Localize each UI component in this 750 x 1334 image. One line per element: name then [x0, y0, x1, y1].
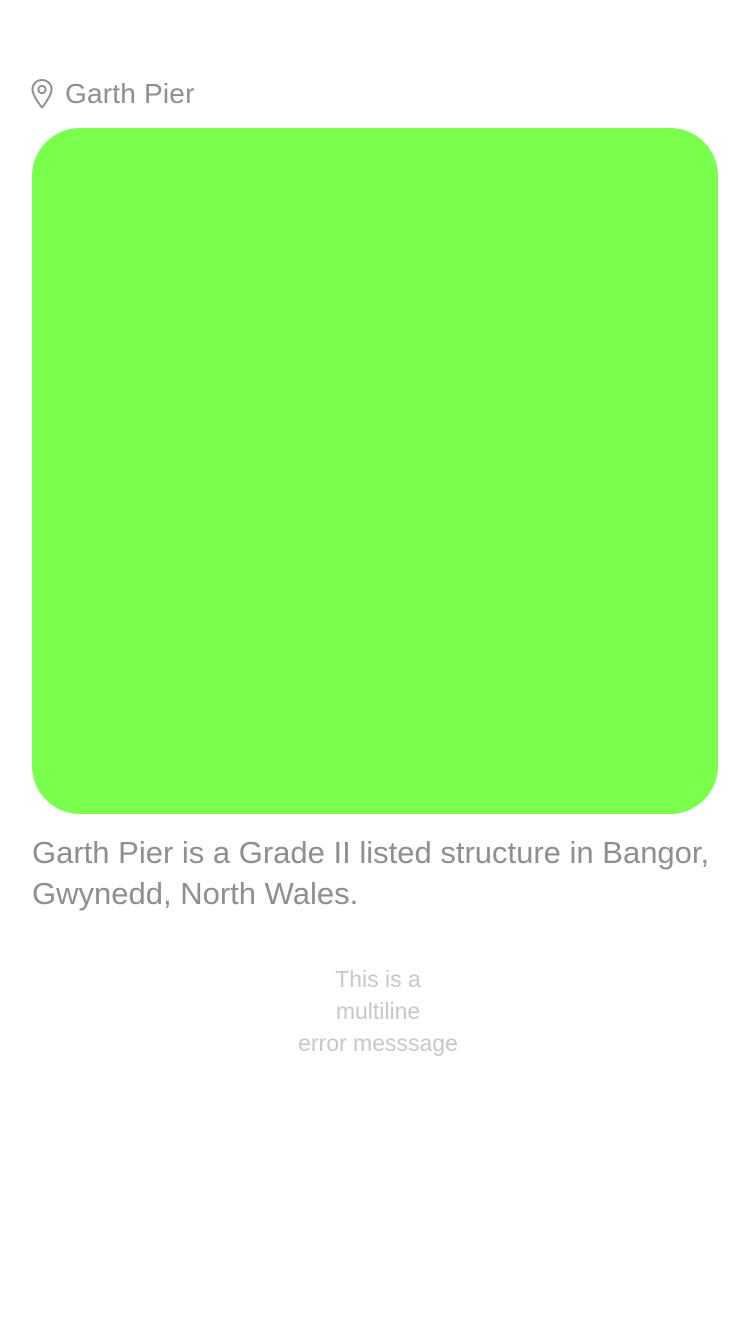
location-row: Garth Pier: [30, 74, 195, 114]
location-name: Garth Pier: [65, 78, 195, 109]
location-photo[interactable]: [32, 128, 718, 814]
error-message: This is a multiline error messsage: [298, 966, 458, 1056]
map-pin-icon: [30, 78, 54, 110]
location-description: Garth Pier is a Grade II listed structur…: [32, 835, 710, 911]
